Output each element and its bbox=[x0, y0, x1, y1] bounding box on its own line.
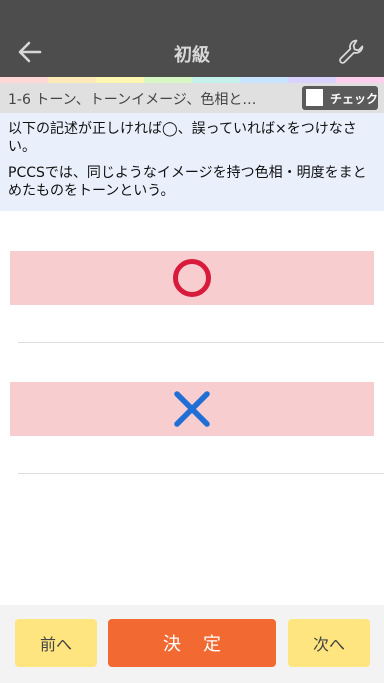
answer-incorrect-button[interactable] bbox=[10, 382, 374, 436]
footer-bar: 前へ 決定 次へ bbox=[0, 605, 384, 683]
divider bbox=[18, 342, 384, 343]
prev-button[interactable]: 前へ bbox=[15, 619, 97, 667]
question-instruction: 以下の記述が正しければ◯、誤っていれば×をつけなさい。 bbox=[8, 121, 357, 155]
check-button[interactable]: チェック bbox=[302, 86, 378, 110]
question-statement: PCCSでは、同じようなイメージを持つ色相・明度をまとめたものをトーンという。 bbox=[8, 165, 367, 199]
circle-icon bbox=[173, 259, 211, 297]
cross-icon bbox=[174, 391, 210, 427]
answer-correct-button[interactable] bbox=[10, 251, 374, 305]
page-title: 初級 bbox=[174, 45, 210, 66]
next-button[interactable]: 次へ bbox=[288, 619, 370, 667]
topic-bar: 1-6 トーン、トーンイメージ、色相と… チェック bbox=[0, 83, 384, 113]
checkbox[interactable] bbox=[306, 89, 323, 106]
app-header: 初級 bbox=[0, 0, 384, 77]
decide-button[interactable]: 決定 bbox=[108, 619, 276, 667]
divider bbox=[18, 473, 384, 474]
question-panel: 以下の記述が正しければ◯、誤っていれば×をつけなさい。 PCCSでは、同じような… bbox=[0, 113, 384, 211]
topic-title: 1-6 トーン、トーンイメージ、色相と… bbox=[8, 92, 257, 108]
check-label: チェック bbox=[330, 92, 379, 106]
wrench-icon[interactable] bbox=[336, 36, 368, 68]
